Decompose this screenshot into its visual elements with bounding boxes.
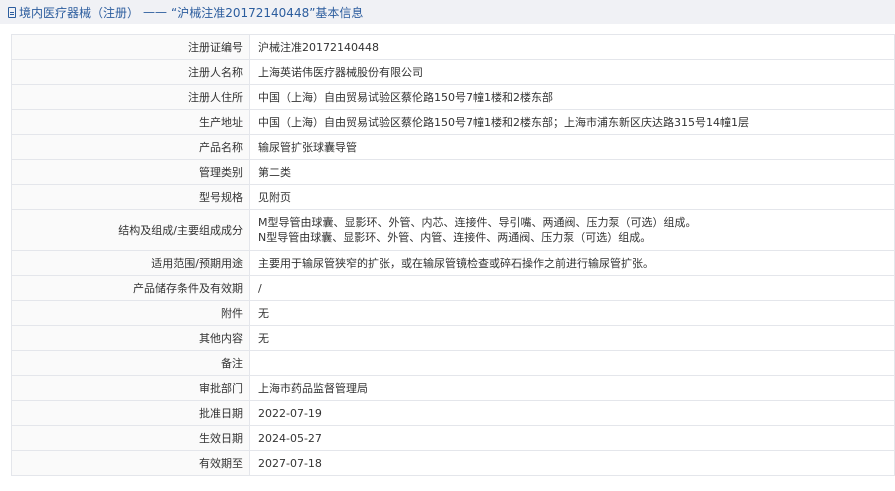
row-value: 主要用于输尿管狭窄的扩张，或在输尿管镜检查或碎石操作之前进行输尿管扩张。 [249,250,895,276]
table-row: 附件 无 [11,300,895,326]
table-row: 生效日期 2024-05-27 [11,425,895,451]
row-value: 第二类 [249,159,895,185]
row-label: 备注 [11,350,250,376]
row-label: 管理类别 [11,159,250,185]
row-value: 无 [249,325,895,351]
row-value: 中国（上海）自由贸易试验区蔡伦路150号7幢1楼和2楼东部；上海市浦东新区庆达路… [249,109,895,135]
page-title-bar: 境内医疗器械（注册） —— “沪械注准20172140448”基本信息 [0,0,895,24]
row-value: 见附页 [249,184,895,210]
title-category: 境内医疗器械（注册） [19,5,140,20]
document-icon [8,6,16,18]
basic-info-table: 注册证编号 沪械注准20172140448 注册人名称 上海英诺伟医疗器械股份有… [11,34,895,476]
title-separator: —— [143,5,168,19]
row-label: 注册人住所 [11,84,250,110]
row-label: 产品名称 [11,134,250,160]
row-label: 产品储存条件及有效期 [11,275,250,301]
table-row: 注册证编号 沪械注准20172140448 [11,34,895,60]
row-label: 生效日期 [11,425,250,451]
row-value [249,350,895,376]
table-row: 管理类别 第二类 [11,159,895,185]
table-row: 其他内容 无 [11,325,895,351]
row-value: 输尿管扩张球囊导管 [249,134,895,160]
table-row: 有效期至 2027-07-18 [11,450,895,476]
table-row: 备注 [11,350,895,376]
row-value: 无 [249,300,895,326]
row-value-line: M型导管由球囊、显影环、外管、内芯、连接件、导引嘴、两通阀、压力泵（可选）组成。 [258,216,697,229]
row-value: M型导管由球囊、显影环、外管、内芯、连接件、导引嘴、两通阀、压力泵（可选）组成。… [249,209,895,251]
row-label: 审批部门 [11,375,250,401]
row-label: 型号规格 [11,184,250,210]
row-value: / [249,275,895,301]
row-value: 上海英诺伟医疗器械股份有限公司 [249,59,895,85]
row-label: 生产地址 [11,109,250,135]
table-row: 产品名称 输尿管扩张球囊导管 [11,134,895,160]
row-value: 中国（上海）自由贸易试验区蔡伦路150号7幢1楼和2楼东部 [249,84,895,110]
row-value-line: N型导管由球囊、显影环、外管、内管、连接件、两通阀、压力泵（可选）组成。 [258,231,652,244]
table-row: 型号规格 见附页 [11,184,895,210]
table-row: 生产地址 中国（上海）自由贸易试验区蔡伦路150号7幢1楼和2楼东部；上海市浦东… [11,109,895,135]
table-row: 批准日期 2022-07-19 [11,400,895,426]
table-row: 注册人住所 中国（上海）自由贸易试验区蔡伦路150号7幢1楼和2楼东部 [11,84,895,110]
row-label: 有效期至 [11,450,250,476]
row-label: 注册证编号 [11,34,250,60]
row-label: 其他内容 [11,325,250,351]
table-row: 结构及组成/主要组成成分 M型导管由球囊、显影环、外管、内芯、连接件、导引嘴、两… [11,209,895,251]
row-value: 沪械注准20172140448 [249,34,895,60]
table-row: 产品储存条件及有效期 / [11,275,895,301]
table-row: 适用范围/预期用途 主要用于输尿管狭窄的扩张，或在输尿管镜检查或碎石操作之前进行… [11,250,895,276]
table-row: 注册人名称 上海英诺伟医疗器械股份有限公司 [11,59,895,85]
row-label: 适用范围/预期用途 [11,250,250,276]
row-value: 2022-07-19 [249,400,895,426]
row-label: 批准日期 [11,400,250,426]
row-value: 上海市药品监督管理局 [249,375,895,401]
table-row: 审批部门 上海市药品监督管理局 [11,375,895,401]
row-label: 附件 [11,300,250,326]
row-value: 2027-07-18 [249,450,895,476]
row-label: 结构及组成/主要组成成分 [11,209,250,251]
row-label: 注册人名称 [11,59,250,85]
row-value: 2024-05-27 [249,425,895,451]
title-subject: “沪械注准20172140448”基本信息 [171,5,364,20]
